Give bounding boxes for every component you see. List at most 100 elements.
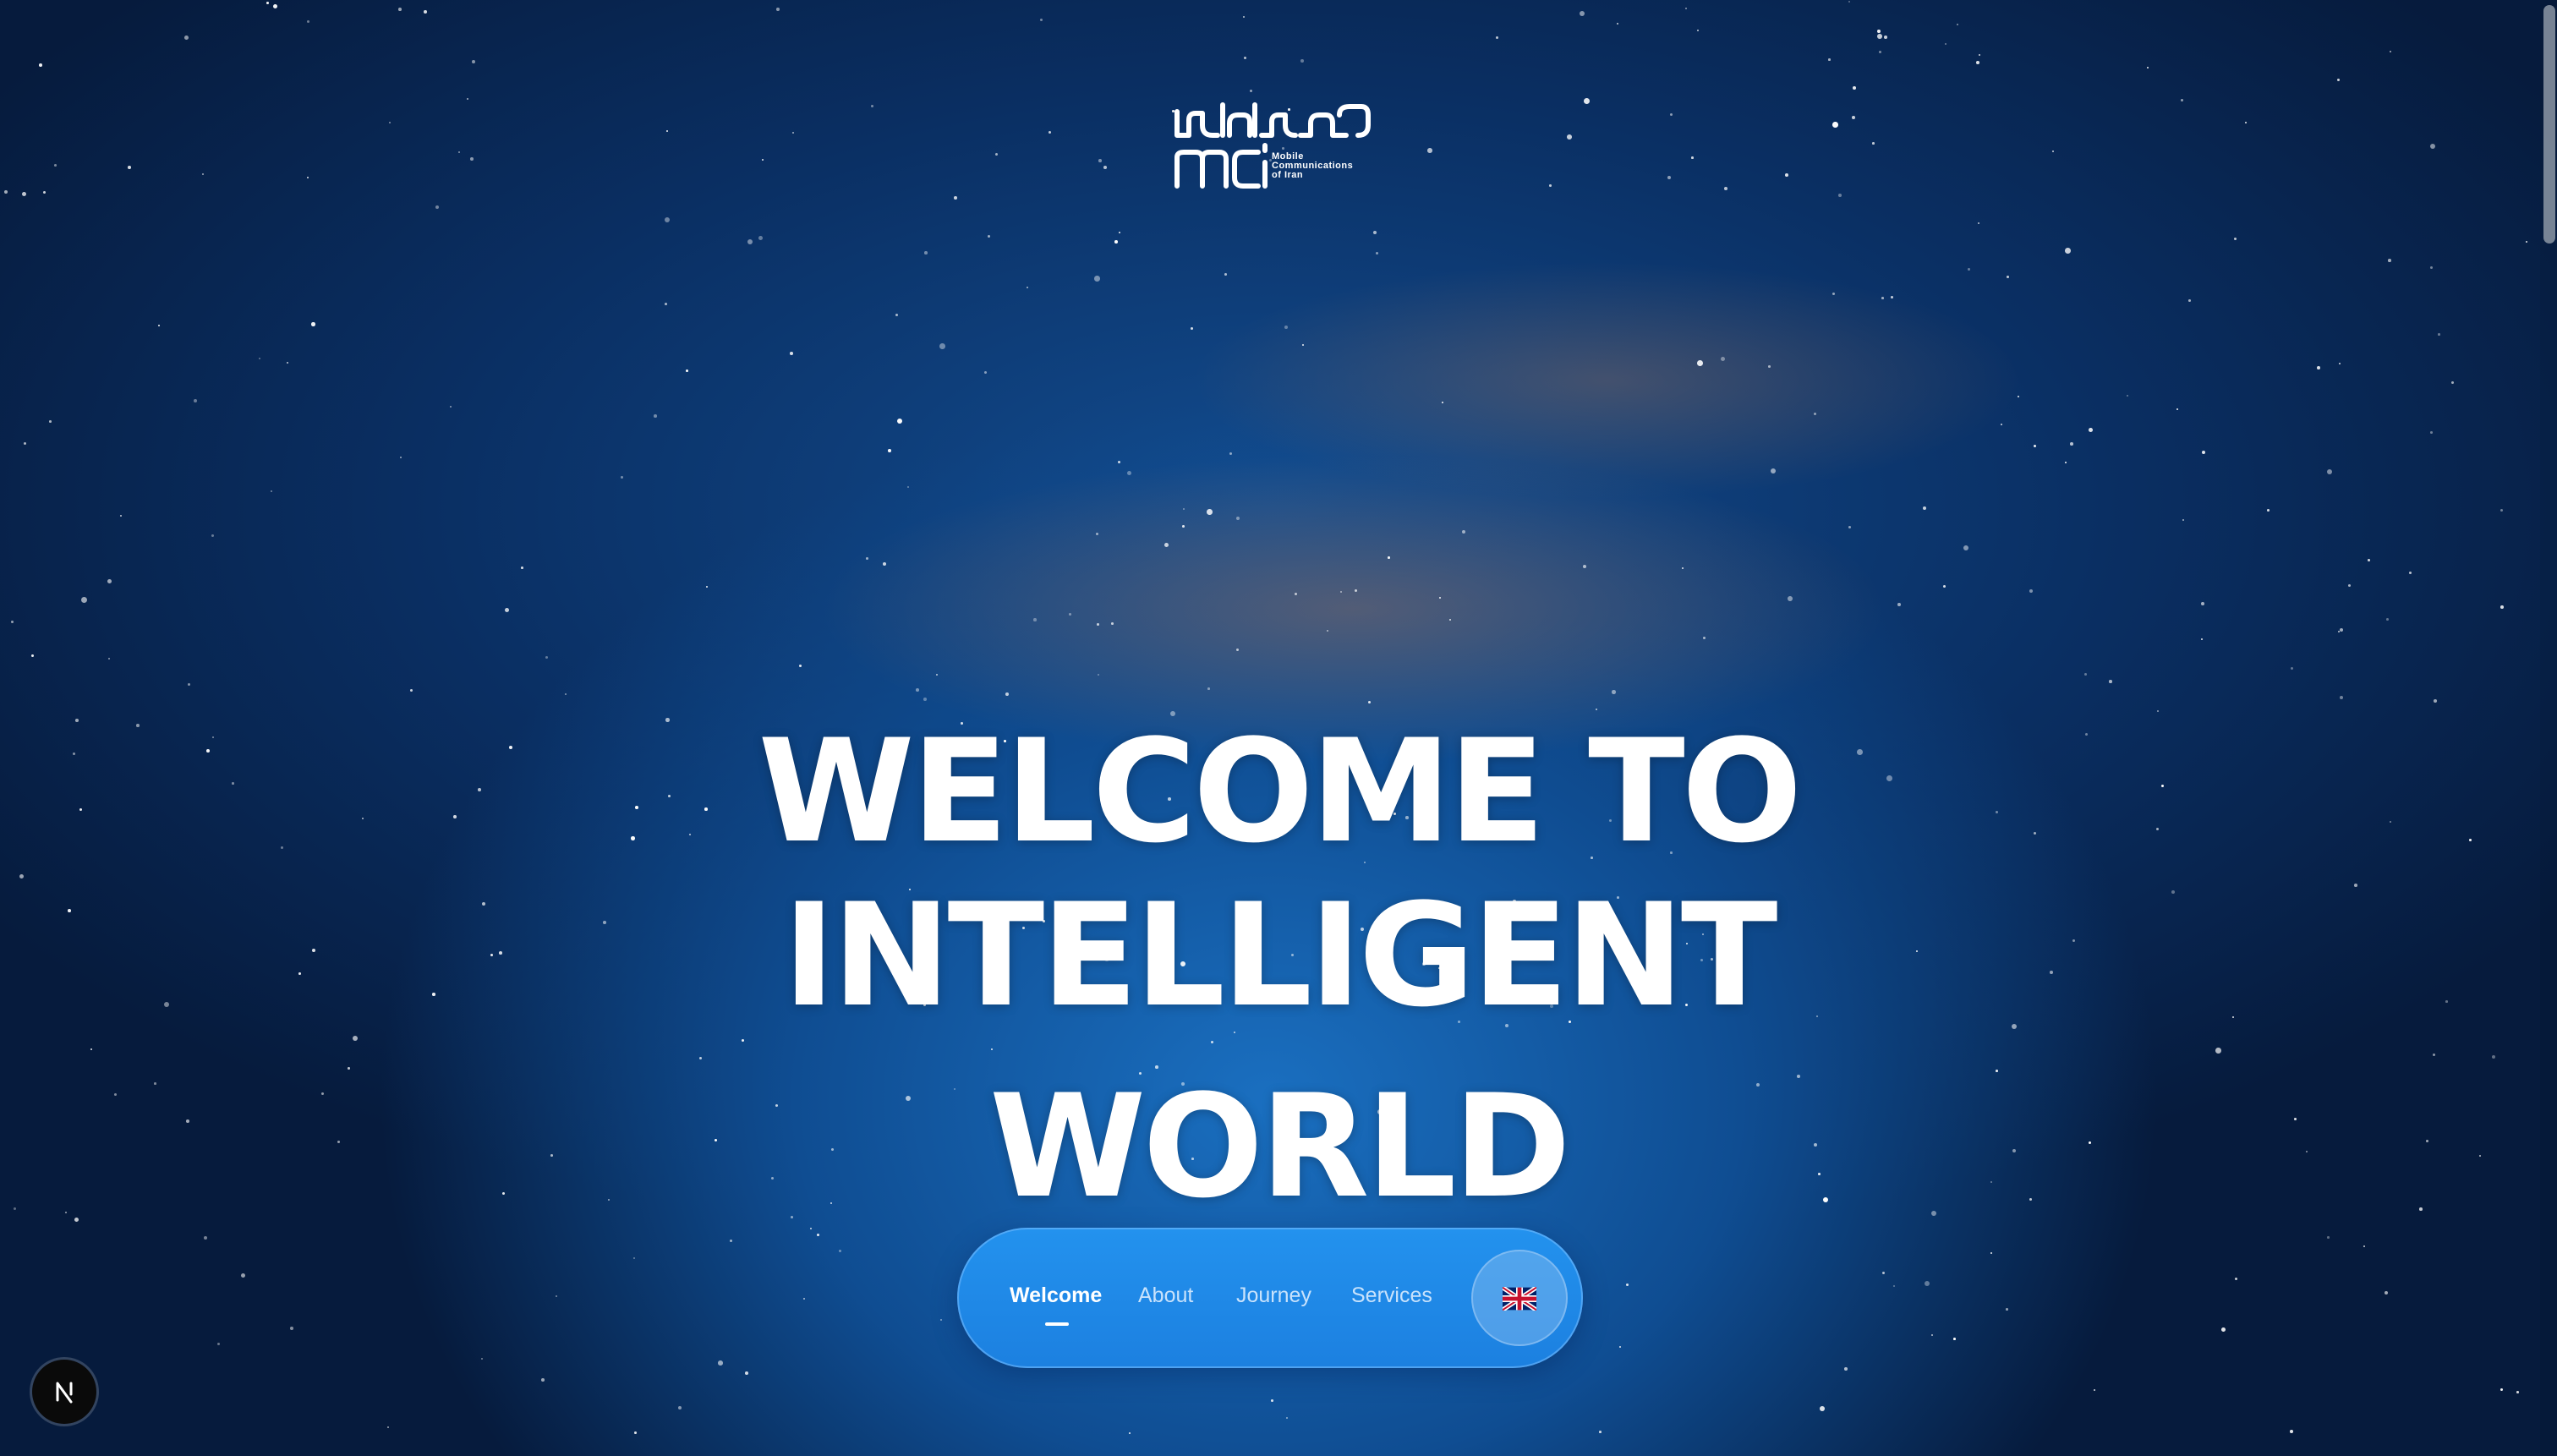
hero-title-line-3: WORLD (989, 1064, 1571, 1229)
star (1697, 30, 1700, 32)
star (1094, 276, 1100, 282)
star (1103, 166, 1107, 169)
star (1832, 122, 1838, 128)
star (2388, 259, 2391, 262)
star (2317, 366, 2320, 369)
star (1897, 603, 1901, 606)
star (665, 303, 667, 305)
star (1667, 176, 1671, 179)
scrollbar-track[interactable] (2540, 0, 2557, 1456)
star (2363, 1245, 2366, 1248)
star (1388, 556, 1390, 559)
nav-item-about[interactable]: About (1138, 1284, 1193, 1308)
star (472, 60, 475, 63)
star (2291, 667, 2293, 670)
logo-tagline-line: of Iran (1272, 170, 1304, 180)
star (353, 1036, 359, 1042)
star (995, 153, 999, 156)
star (1462, 530, 1465, 534)
hero-title-line-2: INTELLIGENT (782, 873, 1778, 1038)
star (718, 1360, 723, 1366)
nav-item-welcome[interactable]: Welcome (1010, 1284, 1102, 1308)
star (2434, 699, 2437, 703)
star (1691, 156, 1694, 159)
star (888, 449, 891, 452)
star (43, 191, 47, 194)
star (1626, 1284, 1629, 1287)
nextjs-dev-badge[interactable] (32, 1360, 96, 1424)
star (1236, 649, 1240, 652)
star (108, 658, 111, 660)
star (1442, 402, 1444, 404)
star (799, 665, 802, 667)
star (1567, 134, 1572, 140)
star (1119, 232, 1121, 234)
star (1327, 630, 1329, 632)
star (1340, 591, 1343, 594)
mci-logo[interactable]: Mobile Communications of Iran (1174, 100, 1373, 193)
star (1243, 16, 1246, 19)
star (633, 1257, 636, 1260)
star (1584, 98, 1590, 104)
nav-item-services[interactable]: Services (1351, 1284, 1432, 1308)
star (1207, 509, 1213, 515)
star (1881, 297, 1884, 299)
star (2500, 509, 2503, 512)
star (184, 36, 189, 40)
star (916, 688, 919, 692)
star (1853, 86, 1856, 90)
star (1703, 637, 1706, 640)
star (1721, 357, 1726, 362)
star (1957, 24, 1959, 26)
star (2390, 51, 2392, 53)
star (1182, 525, 1185, 528)
star (1976, 61, 1979, 64)
star (1496, 36, 1498, 39)
star (1884, 36, 1887, 39)
star (1069, 613, 1071, 616)
star (1612, 690, 1616, 694)
star (2094, 1389, 2096, 1392)
star (1945, 43, 1947, 46)
star (907, 486, 910, 489)
star (217, 1343, 221, 1346)
star (1670, 113, 1673, 117)
star (2147, 67, 2149, 69)
star (2526, 241, 2528, 244)
star (2084, 673, 2087, 676)
star (988, 235, 991, 238)
bottom-navbar: Welcome About Journey Services (957, 1228, 1583, 1368)
star (2109, 680, 2112, 683)
star (1682, 567, 1684, 570)
star (1236, 517, 1240, 520)
star (2065, 462, 2067, 464)
star (2430, 144, 2436, 150)
star (1848, 526, 1851, 528)
star (458, 151, 461, 154)
star (398, 8, 402, 11)
star (1996, 1070, 1998, 1072)
star (1893, 1285, 1896, 1288)
star (1224, 273, 1227, 276)
star (1368, 701, 1372, 704)
star (2340, 628, 2344, 632)
star (2368, 559, 2370, 561)
star (1097, 623, 1099, 626)
star (1599, 1431, 1602, 1433)
star (1979, 54, 1981, 57)
star (1925, 1281, 1930, 1287)
star (2070, 442, 2073, 446)
star (1814, 413, 1817, 416)
star (2007, 276, 2009, 278)
scrollbar-thumb[interactable] (2543, 5, 2555, 244)
star (745, 1371, 748, 1375)
star (2438, 333, 2440, 336)
nav-item-journey[interactable]: Journey (1236, 1284, 1311, 1308)
star (521, 567, 523, 569)
star (4, 190, 8, 194)
star (204, 1236, 208, 1240)
star (2089, 428, 2093, 432)
star (747, 239, 753, 245)
star (1953, 1338, 1956, 1340)
language-switcher-button[interactable] (1471, 1250, 1568, 1346)
